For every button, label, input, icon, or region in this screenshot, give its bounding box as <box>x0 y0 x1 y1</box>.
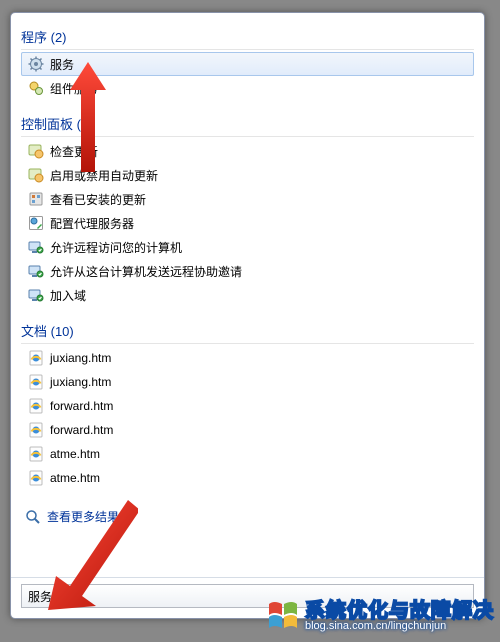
search-icon <box>25 509 41 525</box>
gear-icon <box>28 56 44 72</box>
cp-item-remote-access[interactable]: 允许远程访问您的计算机 <box>21 235 474 259</box>
internet-options-icon <box>28 215 44 231</box>
item-label: 服务 <box>50 56 74 73</box>
item-label: juxiang.htm <box>50 351 111 365</box>
doc-item[interactable]: forward.htm <box>21 418 474 442</box>
item-label: atme.htm <box>50 471 100 485</box>
doc-item[interactable]: forward.htm <box>21 394 474 418</box>
section-header-programs: 程序 (2) <box>21 23 474 50</box>
windows-update-icon <box>28 167 44 183</box>
start-menu-search-panel: 程序 (2) 服务 组件服务 控制面板 (9) <box>10 12 485 619</box>
ie-htm-icon <box>28 446 44 462</box>
item-label: juxiang.htm <box>50 375 111 389</box>
cp-item-check-updates[interactable]: 检查更新 <box>21 139 474 163</box>
item-label: 组件服务 <box>50 80 98 97</box>
item-label: 检查更新 <box>50 143 98 160</box>
divider <box>11 577 484 578</box>
ie-htm-icon <box>28 422 44 438</box>
more-results-label: 查看更多结果 <box>47 508 119 525</box>
item-label: 查看已安装的更新 <box>50 191 146 208</box>
section-header-documents: 文档 (10) <box>21 317 474 344</box>
more-results-link[interactable]: 查看更多结果 <box>21 502 474 531</box>
search-results: 程序 (2) 服务 组件服务 控制面板 (9) <box>21 23 474 573</box>
cp-item-join-domain[interactable]: 加入域 <box>21 283 474 307</box>
ie-htm-icon <box>28 350 44 366</box>
item-label: atme.htm <box>50 447 100 461</box>
cp-item-proxy[interactable]: 配置代理服务器 <box>21 211 474 235</box>
result-item-services[interactable]: 服务 <box>21 52 474 76</box>
item-label: 配置代理服务器 <box>50 215 134 232</box>
watermark-url: blog.sina.com.cn/lingchunjun <box>305 621 494 632</box>
watermark-title: 系统优化与故障解决 <box>305 601 494 621</box>
doc-item[interactable]: juxiang.htm <box>21 346 474 370</box>
item-label: 启用或禁用自动更新 <box>50 167 158 184</box>
item-label: 允许从这台计算机发送远程协助邀请 <box>50 263 242 280</box>
system-icon <box>28 263 44 279</box>
doc-item[interactable]: atme.htm <box>21 466 474 490</box>
features-icon <box>28 191 44 207</box>
cp-item-installed-updates[interactable]: 查看已安装的更新 <box>21 187 474 211</box>
result-item-component-services[interactable]: 组件服务 <box>21 76 474 100</box>
cp-item-remote-assist[interactable]: 允许从这台计算机发送远程协助邀请 <box>21 259 474 283</box>
component-services-icon <box>28 80 44 96</box>
item-label: forward.htm <box>50 399 113 413</box>
item-label: forward.htm <box>50 423 113 437</box>
ie-htm-icon <box>28 398 44 414</box>
section-header-control-panel: 控制面板 (9) <box>21 110 474 137</box>
system-icon <box>28 287 44 303</box>
system-icon <box>28 239 44 255</box>
cp-item-enable-auto-updates[interactable]: 启用或禁用自动更新 <box>21 163 474 187</box>
item-label: 加入域 <box>50 287 86 304</box>
doc-item[interactable]: atme.htm <box>21 442 474 466</box>
ie-htm-icon <box>28 470 44 486</box>
doc-item[interactable]: juxiang.htm <box>21 370 474 394</box>
ie-htm-icon <box>28 374 44 390</box>
watermark: 系统优化与故障解决 blog.sina.com.cn/lingchunjun <box>265 598 494 634</box>
item-label: 允许远程访问您的计算机 <box>50 239 182 256</box>
windows-logo-icon <box>265 598 301 634</box>
windows-update-icon <box>28 143 44 159</box>
